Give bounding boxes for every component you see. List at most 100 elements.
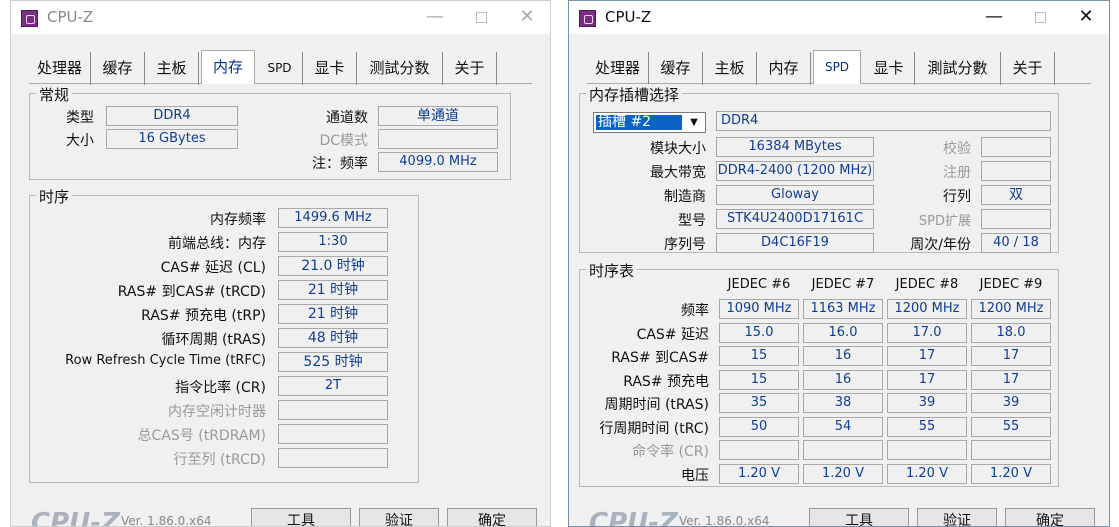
registered-label: 注册 — [943, 165, 971, 181]
timing-table-group-label: 时序表 — [586, 260, 638, 281]
tab-mainboard[interactable]: 主板 — [703, 52, 757, 85]
table-cell: 39 — [971, 393, 1051, 413]
tab-graphics[interactable]: 显卡 — [303, 52, 357, 85]
timing-value — [278, 400, 388, 420]
timing-value: 1:30 — [278, 232, 388, 252]
week-year-label: 周次/年份 — [910, 237, 971, 253]
correction-label: 校验 — [943, 141, 971, 157]
minimize-icon[interactable]: — — [971, 1, 1017, 34]
tab-about[interactable]: 关于 — [1001, 52, 1055, 85]
timings-group-label: 时序 — [36, 186, 73, 207]
table-row-label: 命令率 (CR) — [632, 444, 709, 460]
tools-button[interactable]: 工具 — [251, 508, 351, 526]
tab-spd[interactable]: SPD — [813, 50, 861, 84]
registered-field — [981, 161, 1051, 181]
tab-cpu[interactable]: 处理器 — [587, 52, 649, 85]
table-cell: 1200 MHz — [971, 299, 1051, 319]
table-cell: 39 — [887, 393, 967, 413]
validate-button[interactable]: 验证 — [917, 508, 997, 526]
table-cell: 50 — [719, 416, 799, 437]
type-label: 类型 — [66, 110, 94, 126]
version-label: Ver. 1.86.0.x64 — [679, 514, 770, 527]
correction-field — [981, 137, 1051, 157]
ok-button[interactable]: 确定 — [1005, 508, 1095, 526]
tab-mainboard[interactable]: 主板 — [145, 52, 199, 85]
channels-field: 单通道 — [378, 106, 498, 126]
cpuz-window-memory: CPU-Z — ✕ 处理器 缓存 主板 内存 SPD 显卡 测試分数 关于 常规… — [10, 0, 551, 527]
timing-label: RAS# 到CAS# (tRCD) — [117, 284, 266, 300]
cpuz-window-spd: CPU-Z — ✕ 处理器 缓存 主板 内存 SPD 显卡 測試分數 关于 内存… — [568, 0, 1110, 527]
slot-select-value: 插槽 #2 — [596, 115, 682, 130]
cpuz-logo: CPU-Z — [589, 508, 678, 527]
tab-caches[interactable]: 缓存 — [649, 52, 703, 85]
ok-button[interactable]: 确定 — [447, 508, 537, 526]
table-cell: 15 — [719, 346, 799, 366]
slot-group-label: 内存插槽选择 — [586, 84, 683, 105]
dc-mode-field — [378, 129, 498, 149]
table-row-label: RAS# 到CAS# — [611, 350, 709, 366]
table-cell: 54 — [803, 416, 883, 437]
tab-memory[interactable]: 内存 — [201, 50, 255, 84]
tab-bar: 处理器 缓存 主板 内存 SPD 显卡 測試分數 关于 — [587, 50, 1091, 85]
nb-frequency-label: 注：频率 — [312, 156, 368, 172]
manufacturer-label: 制造商 — [664, 189, 706, 205]
table-cell: 15 — [719, 369, 799, 390]
part-number-label: 型号 — [678, 213, 706, 229]
cpuz-app-icon — [21, 10, 38, 27]
cpuz-logo: CPU-Z — [31, 508, 120, 527]
maximize-icon[interactable] — [458, 1, 504, 34]
manufacturer-field: Gloway — [716, 185, 874, 205]
table-cell: 38 — [803, 393, 883, 413]
channels-label: 通道数 — [326, 110, 368, 126]
table-cell: 18.0 — [971, 322, 1051, 343]
table-column-header: JEDEC #6 — [727, 277, 791, 292]
module-size-label: 模块大小 — [650, 141, 706, 157]
size-field: 16 GBytes — [106, 129, 238, 149]
table-row-label: CAS# 延迟 — [636, 326, 709, 343]
timings-group: 时序 内存频率 1499.6 MHz 前端总线：内存 1:30 CAS# 延迟 … — [29, 186, 419, 483]
table-cell — [971, 440, 1051, 460]
table-cell: 1.20 V — [887, 463, 967, 484]
tab-spd[interactable]: SPD — [257, 52, 303, 85]
tab-bench[interactable]: 测試分数 — [357, 52, 443, 85]
table-cell: 35 — [719, 393, 799, 413]
tab-about[interactable]: 关于 — [443, 52, 497, 85]
close-icon[interactable]: ✕ — [1063, 1, 1109, 34]
module-size-field: 16384 MBytes — [716, 137, 874, 157]
table-cell: 55 — [887, 416, 967, 437]
minimize-icon[interactable]: — — [412, 1, 458, 34]
title-bar[interactable]: CPU-Z — ✕ — [569, 1, 1109, 34]
table-row-label: 电压 — [681, 467, 709, 484]
tab-memory[interactable]: 内存 — [757, 52, 811, 85]
table-cell: 15.0 — [719, 322, 799, 343]
cpuz-app-icon — [579, 10, 596, 27]
tab-caches[interactable]: 缓存 — [91, 52, 145, 85]
tab-bench[interactable]: 測試分數 — [915, 52, 1001, 85]
timing-label: 指令比率 (CR) — [175, 380, 266, 396]
table-cell: 17 — [887, 369, 967, 390]
validate-button[interactable]: 验证 — [359, 508, 439, 526]
timing-value: 21 时钟 — [278, 304, 388, 324]
max-bandwidth-label: 最大带宽 — [650, 165, 706, 181]
table-cell: 16 — [803, 346, 883, 366]
tab-graphics[interactable]: 显卡 — [863, 52, 915, 85]
table-cell: 1.20 V — [803, 463, 883, 484]
tools-button[interactable]: 工具 — [809, 508, 909, 526]
timing-value: 1499.6 MHz — [278, 208, 388, 228]
timing-value — [278, 448, 388, 468]
title-bar[interactable]: CPU-Z — ✕ — [11, 1, 550, 34]
maximize-icon[interactable] — [1017, 1, 1063, 34]
slot-select[interactable]: 插槽 #2 ▼ — [593, 112, 706, 133]
timing-value: 21 时钟 — [278, 280, 388, 300]
week-year-field: 40 / 18 — [981, 233, 1051, 253]
ranks-label: 行列 — [943, 189, 971, 205]
tab-cpu[interactable]: 处理器 — [29, 52, 91, 85]
timing-value: 2T — [278, 376, 388, 396]
table-cell: 17 — [971, 369, 1051, 390]
table-cell: 1.20 V — [719, 463, 799, 484]
chevron-down-icon[interactable]: ▼ — [685, 115, 703, 130]
general-group: 常规 类型 DDR4 大小 16 GBytes 通道数 单通道 DC模式 注：频… — [29, 84, 511, 180]
part-number-field: STK4U2400D17161C — [716, 209, 874, 229]
table-cell — [887, 440, 967, 460]
close-icon[interactable]: ✕ — [504, 1, 550, 34]
